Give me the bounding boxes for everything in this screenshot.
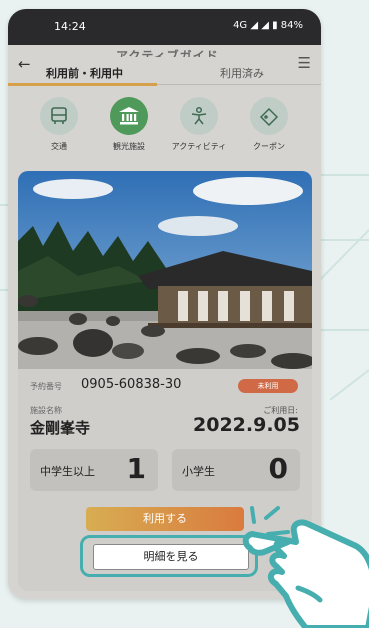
category-label: アクティビティ (171, 142, 227, 151)
tab-active-underline (8, 83, 157, 86)
status-bar: 14:24 4G ◢ ◢ ▮ 84% (8, 9, 321, 45)
status-system-indicators: 4G ◢ ◢ ▮ 84% (233, 20, 303, 31)
tab-divider (157, 84, 321, 85)
hamburger-menu-icon[interactable]: ☰ (298, 54, 311, 72)
category-sightseeing[interactable]: 観光施設 (99, 97, 159, 152)
person-activity-icon (180, 97, 218, 135)
category-label: 交通 (51, 142, 67, 151)
header-title: アクティブガイド (8, 45, 321, 57)
count-value: 0 (268, 452, 288, 485)
reservation-number: 0905-60838-30 (81, 377, 182, 392)
use-button[interactable]: 利用する (86, 507, 244, 531)
category-label: クーポン (253, 142, 285, 151)
category-transport[interactable]: 交通 (29, 97, 89, 152)
status-badge: 未利用 (238, 379, 298, 393)
view-details-button[interactable]: 明細を見る (93, 544, 249, 570)
header-title-text: アクティブガイド (116, 49, 219, 57)
use-date: 2022.9.05 (193, 414, 300, 436)
coupon-ticket-icon (250, 97, 288, 135)
count-label: 小学生 (182, 465, 215, 478)
count-value: 1 (126, 452, 146, 485)
back-arrow-icon[interactable]: ← (18, 55, 31, 73)
bus-icon (40, 97, 78, 135)
facility-name: 金剛峯寺 (30, 419, 91, 437)
category-activity[interactable]: アクティビティ (169, 97, 229, 152)
tab-before-use[interactable]: 利用前・利用中 (46, 65, 123, 81)
count-box-elementary: 小学生 0 (172, 449, 300, 491)
category-label: 観光施設 (113, 142, 145, 151)
reservation-number-label: 予約番号 (30, 382, 62, 391)
temple-photo (18, 171, 312, 369)
facility-name-label: 施設名称 (30, 406, 62, 415)
count-label: 中学生以上 (40, 465, 95, 478)
category-coupon[interactable]: クーポン (239, 97, 299, 152)
count-box-junior-high-and-above: 中学生以上 1 (30, 449, 158, 491)
status-time: 14:24 (54, 20, 86, 33)
temple-icon (110, 97, 148, 135)
pointing-hand-icon (242, 519, 369, 628)
tab-used[interactable]: 利用済み (220, 65, 264, 81)
